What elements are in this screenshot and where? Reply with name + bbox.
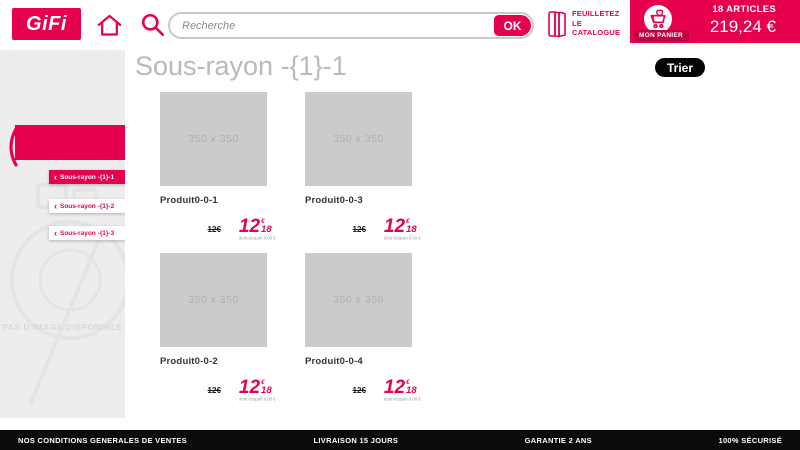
footer-info-garantie: GARANTIE 2 ANS [525, 436, 592, 445]
no-image-label: PAS D'IMAGE DISPONIBLE [0, 322, 125, 332]
sidebar-item-label: Sous-rayon -{1}-2 [60, 203, 114, 210]
catalogue-label-line3: CATALOGUE [572, 28, 620, 38]
eco-participation-note: dont écopart 0,00 € [239, 397, 276, 402]
cart-articles-count: 18 ARTICLES [710, 4, 776, 15]
price-units: 12 [239, 379, 260, 396]
product-old-price: 12€ [208, 225, 221, 234]
gifi-logo[interactable]: GiFi [12, 8, 81, 40]
product-name: Produit0-0-2 [160, 356, 282, 367]
catalogue-label-line1: FEUILLETEZ [572, 9, 620, 19]
eco-participation-note: dont écopart 0,00 € [239, 236, 276, 241]
search-icon[interactable] [140, 12, 166, 38]
product-price: 12 € 18 [384, 379, 427, 396]
eco-participation-note: dont écopart 0,00 € [384, 397, 421, 402]
sidebar-item-sous-rayon-2[interactable]: ‹ Sous-rayon -{1}-2 [49, 199, 125, 213]
product-name: Produit0-0-3 [305, 195, 427, 206]
sidebar-item-sous-rayon-1[interactable]: ‹ Sous-rayon -{1}-1 [49, 170, 125, 184]
product-price: 12 € 18 [239, 379, 282, 396]
product-image-placeholder: 350 x 350 [160, 253, 267, 347]
sidebar-item-sous-rayon-3[interactable]: ‹ Sous-rayon -{1}-3 [49, 226, 125, 240]
cart-total: 219,24 € [710, 17, 776, 37]
sidebar: ‹ Sous-rayon -{1}-1 ‹ Sous-rayon -{1}-2 … [0, 50, 125, 418]
price-cents: 18 [261, 386, 272, 395]
product-card[interactable]: 350 x 350 Produit0-0-2 12€ 12 € 18 dont … [160, 253, 282, 403]
sort-button[interactable]: Trier [655, 58, 705, 77]
home-icon[interactable] [96, 12, 123, 39]
product-image-placeholder: 350 x 350 [160, 92, 267, 186]
product-card[interactable]: 350 x 350 Produit0-0-3 12€ 12 € 18 dont … [305, 92, 427, 242]
search-ok-button[interactable]: OK [494, 15, 531, 36]
price-cents: 18 [406, 386, 417, 395]
page-title: Sous-rayon -{1}-1 [135, 51, 347, 82]
sidebar-item-label: Sous-rayon -{1}-1 [60, 174, 114, 181]
price-cents: 18 [261, 225, 272, 234]
chevron-left-icon: ‹ [54, 202, 57, 211]
product-card[interactable]: 350 x 350 Produit0-0-1 12€ 12 € 18 dont … [160, 92, 282, 242]
search-input[interactable] [182, 14, 482, 37]
cart-label: MON PANIER [633, 30, 689, 41]
footer-info-livraison: LIVRAISON 15 JOURS [314, 436, 399, 445]
product-old-price: 12€ [208, 386, 221, 395]
footer-info-securise: 100% SÉCURISÉ [718, 436, 782, 445]
cart-icon [644, 5, 672, 33]
product-image-placeholder: 350 x 350 [305, 92, 412, 186]
price-cents: 18 [406, 225, 417, 234]
price-units: 12 [239, 218, 260, 235]
sidebar-item-label: Sous-rayon -{1}-3 [60, 230, 114, 237]
product-old-price: 12€ [353, 386, 366, 395]
product-old-price: 12€ [353, 225, 366, 234]
product-price: 12 € 18 [239, 218, 282, 235]
product-price: 12 € 18 [384, 218, 427, 235]
footer: NOS CONDITIONS GENERALES DE VENTES LIVRA… [0, 430, 800, 450]
product-name: Produit0-0-1 [160, 195, 282, 206]
cart-button[interactable]: MON PANIER 18 ARTICLES 219,24 € [630, 0, 800, 43]
price-units: 12 [384, 218, 405, 235]
product-card[interactable]: 350 x 350 Produit0-0-4 12€ 12 € 18 dont … [305, 253, 427, 403]
category-header-bar[interactable] [15, 125, 125, 160]
catalogue-icon [547, 9, 567, 44]
catalogue-link[interactable]: FEUILLETEZ LE CATALOGUE [547, 9, 620, 44]
product-name: Produit0-0-4 [305, 356, 427, 367]
header: GiFi OK FEUILLETEZ LE CATALOGUE [0, 0, 800, 50]
product-image-placeholder: 350 x 350 [305, 253, 412, 347]
price-units: 12 [384, 379, 405, 396]
eco-participation-note: dont écopart 0,00 € [384, 236, 421, 241]
chevron-left-icon: ‹ [54, 173, 57, 182]
search-bar: OK [168, 12, 534, 39]
catalogue-label-line2: LE [572, 19, 620, 29]
footer-link-cgv[interactable]: NOS CONDITIONS GENERALES DE VENTES [18, 436, 187, 445]
chevron-left-icon: ‹ [54, 229, 57, 238]
